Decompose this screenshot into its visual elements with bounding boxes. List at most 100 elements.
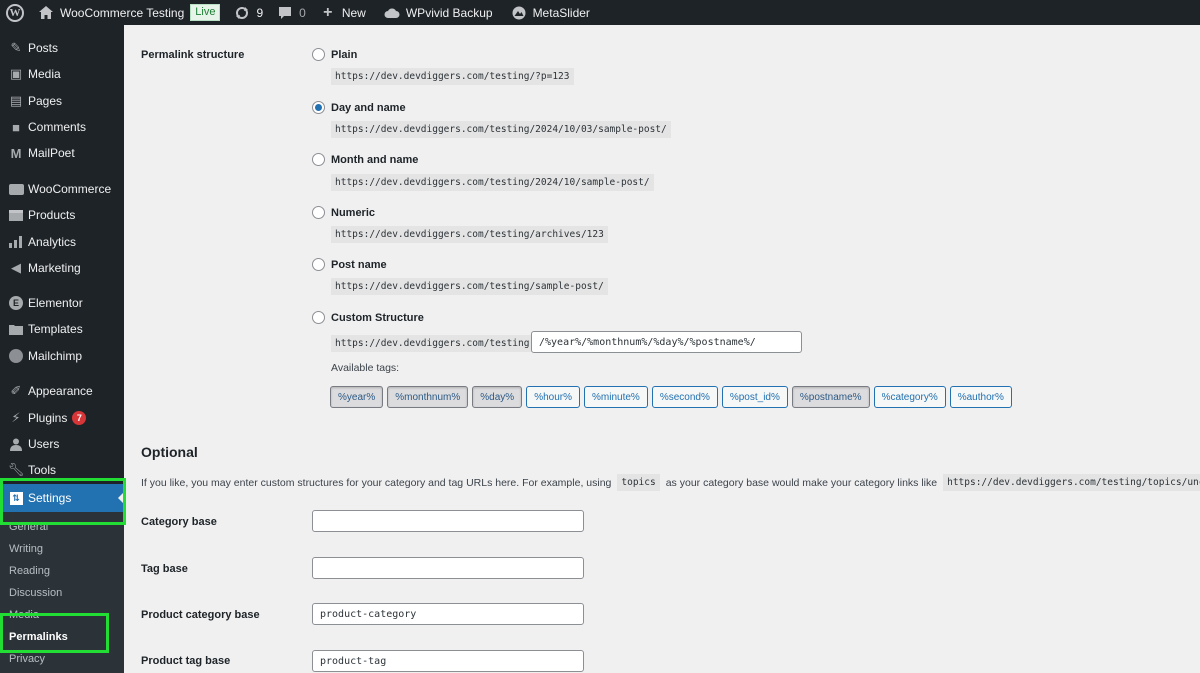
settings-icon: ⇅ (6, 491, 26, 505)
product-category-base-input[interactable]: product-category (312, 603, 584, 625)
tag-minute-button[interactable]: %minute% (584, 386, 648, 408)
plus-icon: + (323, 3, 333, 21)
radio-post-name[interactable]: Post name (312, 258, 387, 271)
home-icon (38, 5, 54, 21)
submenu-reading[interactable]: Reading (9, 565, 50, 577)
updates-icon (234, 5, 250, 21)
submenu-media[interactable]: Media (9, 609, 39, 621)
permalink-settings-main: Permalink structure Plain https://dev.de… (124, 25, 1200, 673)
bar-chart-icon (6, 236, 26, 248)
radio-button[interactable] (312, 258, 325, 271)
sidebar-item-settings[interactable]: ⇅ Settings (0, 484, 124, 512)
site-name: WooCommerce Testing (60, 5, 185, 20)
tag-hour-button[interactable]: %hour% (526, 386, 580, 408)
sidebar-item-label: Appearance (28, 384, 93, 398)
submenu-permalinks[interactable]: Permalinks (9, 631, 68, 643)
sidebar-item-label: MailPoet (28, 146, 75, 160)
radio-button[interactable] (312, 48, 325, 61)
sidebar-item-label: Mailchimp (28, 349, 83, 363)
wp-logo-menu[interactable]: W (0, 0, 31, 25)
submenu-privacy[interactable]: Privacy (9, 653, 45, 665)
updates-link[interactable]: 9 (227, 0, 270, 25)
desc-code-example-url: https://dev.devdiggers.com/testing/topic… (943, 474, 1200, 491)
woocommerce-icon (6, 183, 26, 195)
sidebar-item-elementor[interactable]: E Elementor (0, 290, 124, 316)
tag-author-button[interactable]: %author% (949, 386, 1012, 408)
sidebar-item-templates[interactable]: Templates (0, 316, 124, 342)
category-base-input[interactable] (312, 510, 584, 532)
wrench-icon: 🔧︎ (7, 462, 25, 477)
sidebar-item-users[interactable]: Users (0, 431, 124, 457)
sidebar-item-appearance[interactable]: ✐ Appearance (0, 378, 124, 404)
tag-year-button[interactable]: %year% (330, 386, 384, 408)
tag-postname-button[interactable]: %postname% (791, 386, 870, 408)
sidebar-item-comments[interactable]: ■ Comments (0, 114, 124, 140)
sidebar-item-mailchimp[interactable]: Mailchimp (0, 343, 124, 369)
radio-label: Custom Structure (331, 311, 424, 324)
submenu-discussion[interactable]: Discussion (9, 587, 62, 599)
sidebar-item-woocommerce[interactable]: WooCommerce (0, 176, 124, 202)
radio-button-checked[interactable] (312, 101, 325, 114)
tag-post-id-button[interactable]: %post_id% (721, 386, 788, 408)
metaslider-label: MetaSlider (532, 5, 590, 20)
radio-button[interactable] (312, 206, 325, 219)
submenu-general[interactable]: General (9, 521, 48, 533)
optional-description: If you like, you may enter custom struct… (141, 474, 1200, 491)
tag-monthnum-button[interactable]: %monthnum% (387, 386, 469, 408)
tag-second-button[interactable]: %second% (651, 386, 718, 408)
tag-base-input[interactable] (312, 557, 584, 579)
sidebar-item-label: Products (28, 208, 76, 222)
comment-icon: ■ (12, 119, 20, 135)
sidebar-item-analytics[interactable]: Analytics (0, 229, 124, 255)
desc-code-topics: topics (617, 474, 660, 491)
sidebar-item-label: Plugins (28, 411, 68, 425)
metaslider-icon (511, 5, 527, 21)
folder-icon (6, 324, 26, 335)
admin-sidebar: ✎ Posts ▣ Media ▤ Pages ■ Comments M MailPoet… (0, 25, 124, 673)
metaslider-link[interactable]: MetaSlider (504, 0, 597, 25)
sidebar-item-mailpoet[interactable]: M MailPoet (0, 140, 124, 166)
tag-category-button[interactable]: %category% (873, 386, 946, 408)
comments-count: 0 (299, 5, 306, 20)
permalink-structure-label: Permalink structure (141, 49, 245, 61)
radio-button[interactable] (312, 311, 325, 324)
sidebar-item-label: Analytics (28, 235, 77, 249)
radio-label: Day and name (331, 101, 406, 114)
new-label: New (341, 5, 366, 20)
radio-label: Post name (331, 258, 387, 271)
sidebar-item-label: Users (28, 437, 60, 451)
submenu-writing[interactable]: Writing (9, 543, 43, 555)
sidebar-item-marketing[interactable]: ◀ Marketing (0, 255, 124, 281)
pin-icon: ✎ (10, 40, 22, 55)
new-content-link[interactable]: + New (313, 0, 373, 25)
sidebar-item-media[interactable]: ▣ Media (0, 61, 124, 87)
product-tag-base-input[interactable]: product-tag (312, 650, 584, 672)
radio-month-and-name[interactable]: Month and name (312, 153, 418, 166)
sidebar-item-pages[interactable]: ▤ Pages (0, 88, 124, 114)
radio-numeric[interactable]: Numeric (312, 206, 375, 219)
live-badge: Live (190, 4, 221, 21)
sidebar-item-label: Templates (28, 322, 83, 336)
updates-count: 9 (256, 5, 264, 20)
sidebar-item-products[interactable]: Products (0, 202, 124, 228)
radio-custom-structure[interactable]: Custom Structure (312, 311, 424, 324)
radio-plain[interactable]: Plain (312, 48, 357, 61)
example-url-month-and-name: https://dev.devdiggers.com/testing/2024/… (331, 174, 654, 191)
sidebar-item-label: Elementor (28, 296, 83, 310)
user-icon (6, 438, 26, 451)
custom-structure-input[interactable]: /%year%/%monthnum%/%day%/%postname%/ (531, 331, 802, 353)
example-url-plain: https://dev.devdiggers.com/testing/?p=12… (331, 68, 574, 85)
radio-button[interactable] (312, 153, 325, 166)
archive-icon (6, 209, 26, 221)
radio-day-and-name[interactable]: Day and name (312, 101, 406, 114)
cloud-icon (384, 5, 400, 21)
wpvivid-link[interactable]: WPvivid Backup (377, 0, 500, 25)
comments-link[interactable]: 0 (270, 0, 313, 25)
site-name-link[interactable]: WooCommerce Testing Live (31, 0, 227, 25)
tag-day-button[interactable]: %day% (472, 386, 523, 408)
sidebar-item-plugins[interactable]: ⚡ Plugins 7 (0, 405, 124, 431)
sidebar-item-label: WooCommerce (28, 182, 112, 196)
sidebar-item-tools[interactable]: 🔧︎ Tools (0, 457, 124, 483)
comment-icon (277, 5, 293, 21)
sidebar-item-posts[interactable]: ✎ Posts (0, 35, 124, 61)
